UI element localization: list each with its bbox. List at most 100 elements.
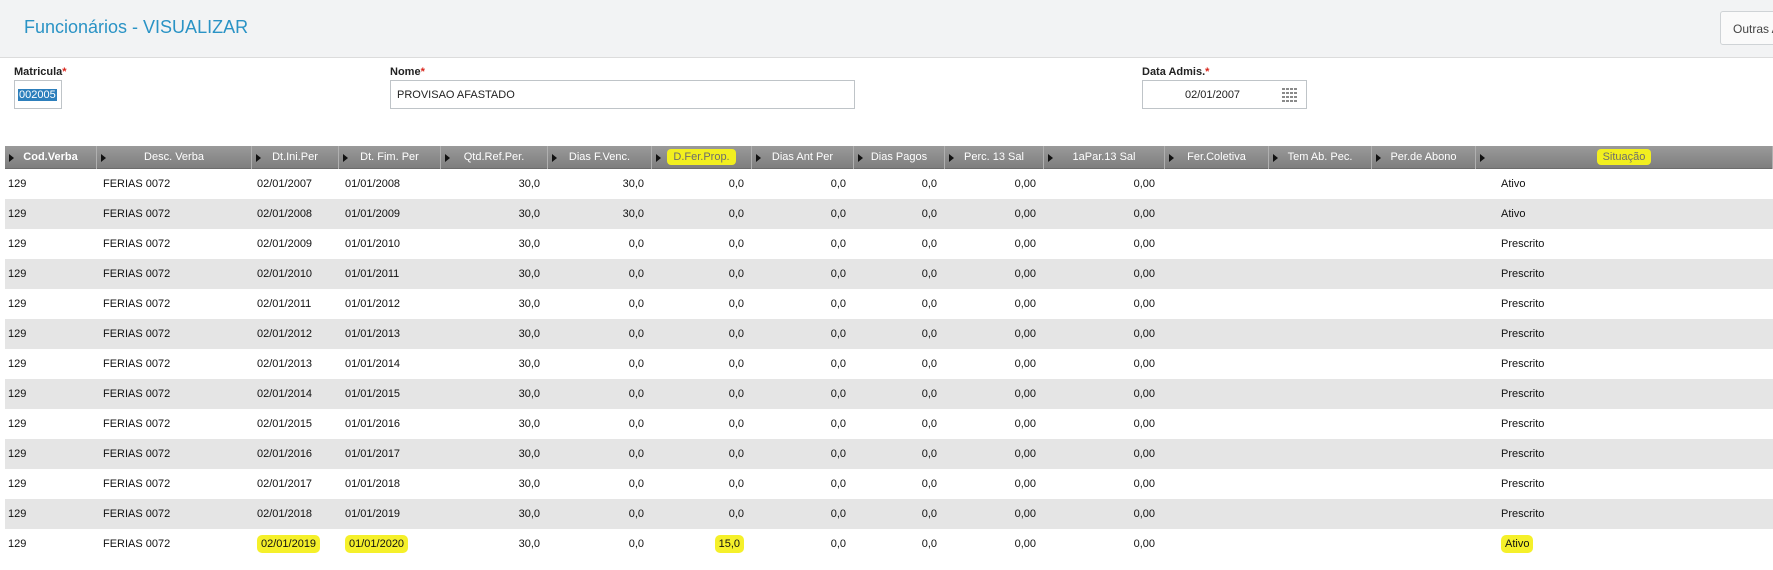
table-cell: 0,0 — [752, 199, 854, 229]
sort-arrow-icon[interactable] — [949, 154, 954, 162]
table-cell: 0,0 — [854, 319, 945, 349]
column-header-d-fer-prop[interactable]: D.Fer.Prop. — [652, 146, 752, 169]
sort-arrow-icon[interactable] — [1480, 154, 1485, 162]
cell-value: 0,0 — [830, 298, 846, 310]
table-row[interactable]: 129 FERIAS 0072 02/01/2013 01/01/2014 30,0 0,… — [5, 349, 1773, 379]
table-cell: FERIAS 0072 — [97, 169, 252, 199]
outras-acoes-button[interactable]: Outras A — [1720, 11, 1773, 45]
table-cell: 0,00 — [945, 289, 1044, 319]
sort-arrow-icon[interactable] — [656, 154, 661, 162]
data-admis-field[interactable]: 02/01/2007 — [1142, 80, 1307, 109]
calendar-icon[interactable] — [1282, 88, 1298, 102]
table-cell: 0,0 — [854, 289, 945, 319]
table-cell: FERIAS 0072 — [97, 529, 252, 559]
cell-value: 0,00 — [1014, 538, 1036, 550]
nome-field[interactable]: PROVISAO AFASTADO — [390, 80, 855, 109]
cell-value: 01/01/2008 — [345, 178, 401, 190]
cell-value: 0,00 — [1133, 538, 1155, 550]
table-cell — [1372, 319, 1476, 349]
column-header-dias-ant-per[interactable]: Dias Ant Per — [752, 146, 854, 169]
sort-arrow-icon[interactable] — [1376, 154, 1381, 162]
table-row[interactable]: 129 FERIAS 0072 02/01/2017 01/01/2018 30,0 0,… — [5, 469, 1773, 499]
sort-arrow-icon[interactable] — [445, 154, 450, 162]
cell-value: 15,0 — [714, 535, 744, 553]
table-cell: 129 — [5, 409, 97, 439]
cell-value: 02/01/2007 — [257, 178, 313, 190]
sort-arrow-icon[interactable] — [756, 154, 761, 162]
cell-value: Prescrito — [1501, 358, 1545, 370]
cell-value: 0,00 — [1014, 448, 1036, 460]
cell-value: 0,0 — [921, 208, 937, 220]
column-header-qtd-ref-per[interactable]: Qtd.Ref.Per. — [441, 146, 548, 169]
table-row[interactable]: 129 FERIAS 0072 02/01/2007 01/01/2008 30,0 30… — [5, 169, 1773, 199]
table-row[interactable]: 129 FERIAS 0072 02/01/2015 01/01/2016 30,0 0,… — [5, 409, 1773, 439]
table-row[interactable]: 129 FERIAS 0072 02/01/2016 01/01/2017 30,0 0,… — [5, 439, 1773, 469]
cell-value: 0,0 — [728, 448, 744, 460]
matricula-field[interactable]: 002005 — [14, 80, 62, 109]
table-cell: Prescrito — [1476, 379, 1773, 409]
cell-value: 01/01/2013 — [345, 328, 401, 340]
table-cell — [1372, 379, 1476, 409]
sort-arrow-icon[interactable] — [256, 154, 261, 162]
column-header-situa-o[interactable]: Situação — [1476, 146, 1773, 169]
cell-value: 0,00 — [1014, 238, 1036, 250]
cell-value: 30,0 — [622, 208, 644, 220]
sort-arrow-icon[interactable] — [1169, 154, 1174, 162]
column-header-perc-13-sal[interactable]: Perc. 13 Sal — [945, 146, 1044, 169]
table-cell: 0,00 — [1044, 469, 1165, 499]
table-row[interactable]: 129 FERIAS 0072 02/01/2012 01/01/2013 30,0 0,… — [5, 319, 1773, 349]
cell-value: 0,0 — [728, 298, 744, 310]
cell-value: 0,0 — [921, 238, 937, 250]
table-cell: 02/01/2017 — [252, 469, 339, 499]
column-header-tem-ab-pec[interactable]: Tem Ab. Pec. — [1269, 146, 1372, 169]
table-cell: 129 — [5, 319, 97, 349]
cell-value: 129 — [8, 298, 27, 310]
table-cell: 0,0 — [752, 439, 854, 469]
column-header-dias-f-venc[interactable]: Dias F.Venc. — [548, 146, 652, 169]
cell-value: 30,0 — [518, 388, 540, 400]
cell-value: 0,0 — [628, 478, 644, 490]
column-header-label: Tem Ab. Pec. — [1287, 151, 1353, 163]
cell-value: 129 — [8, 268, 27, 280]
column-header-cod-verba[interactable]: Cod.Verba — [5, 146, 97, 169]
column-header-per-de-abono[interactable]: Per.de Abono — [1372, 146, 1476, 169]
cell-value: Prescrito — [1501, 508, 1545, 520]
table-row[interactable]: 129 FERIAS 0072 02/01/2011 01/01/2012 30,0 0,… — [5, 289, 1773, 319]
column-header-1apar-13-sal[interactable]: 1aPar.13 Sal — [1044, 146, 1165, 169]
table-row[interactable]: 129 FERIAS 0072 02/01/2010 01/01/2011 30,0 0,… — [5, 259, 1773, 289]
table-cell: 30,0 — [441, 529, 548, 559]
table-cell: 0,0 — [752, 349, 854, 379]
table-cell — [1269, 379, 1372, 409]
table-cell: 01/01/2020 — [339, 529, 441, 559]
cell-value: 0,0 — [728, 388, 744, 400]
cell-value: 0,0 — [921, 448, 937, 460]
sort-arrow-icon[interactable] — [858, 154, 863, 162]
table-cell — [1269, 319, 1372, 349]
cell-value: 01/01/2011 — [345, 268, 400, 280]
column-header-dt-ini-per[interactable]: Dt.Ini.Per — [252, 146, 339, 169]
sort-arrow-icon[interactable] — [343, 154, 348, 162]
column-header-desc-verba[interactable]: Desc. Verba — [97, 146, 252, 169]
cell-value: 01/01/2010 — [345, 238, 401, 250]
sort-arrow-icon[interactable] — [9, 154, 14, 162]
column-header-fer-coletiva[interactable]: Fer.Coletiva — [1165, 146, 1269, 169]
table-cell: 0,0 — [652, 349, 752, 379]
sort-arrow-icon[interactable] — [552, 154, 557, 162]
table-cell: Prescrito — [1476, 319, 1773, 349]
column-header-dt-fim-per[interactable]: Dt. Fim. Per — [339, 146, 441, 169]
column-header-dias-pagos[interactable]: Dias Pagos — [854, 146, 945, 169]
column-header-label: D.Fer.Prop. — [667, 149, 736, 165]
table-row[interactable]: 129 FERIAS 0072 02/01/2014 01/01/2015 30,0 0,… — [5, 379, 1773, 409]
table-row[interactable]: 129 FERIAS 0072 02/01/2018 01/01/2019 30,0 0,… — [5, 499, 1773, 529]
sort-arrow-icon[interactable] — [1273, 154, 1278, 162]
table-cell: 0,0 — [652, 499, 752, 529]
table-cell: 30,0 — [441, 259, 548, 289]
cell-value: 0,0 — [921, 298, 937, 310]
table-cell — [1269, 229, 1372, 259]
table-row[interactable]: 129 FERIAS 0072 02/01/2019 01/01/2020 30,0 0,… — [5, 529, 1773, 559]
table-row[interactable]: 129 FERIAS 0072 02/01/2009 01/01/2010 30,0 0,… — [5, 229, 1773, 259]
table-cell: 0,00 — [1044, 499, 1165, 529]
sort-arrow-icon[interactable] — [101, 154, 106, 162]
sort-arrow-icon[interactable] — [1048, 154, 1053, 162]
table-row[interactable]: 129 FERIAS 0072 02/01/2008 01/01/2009 30,0 30… — [5, 199, 1773, 229]
